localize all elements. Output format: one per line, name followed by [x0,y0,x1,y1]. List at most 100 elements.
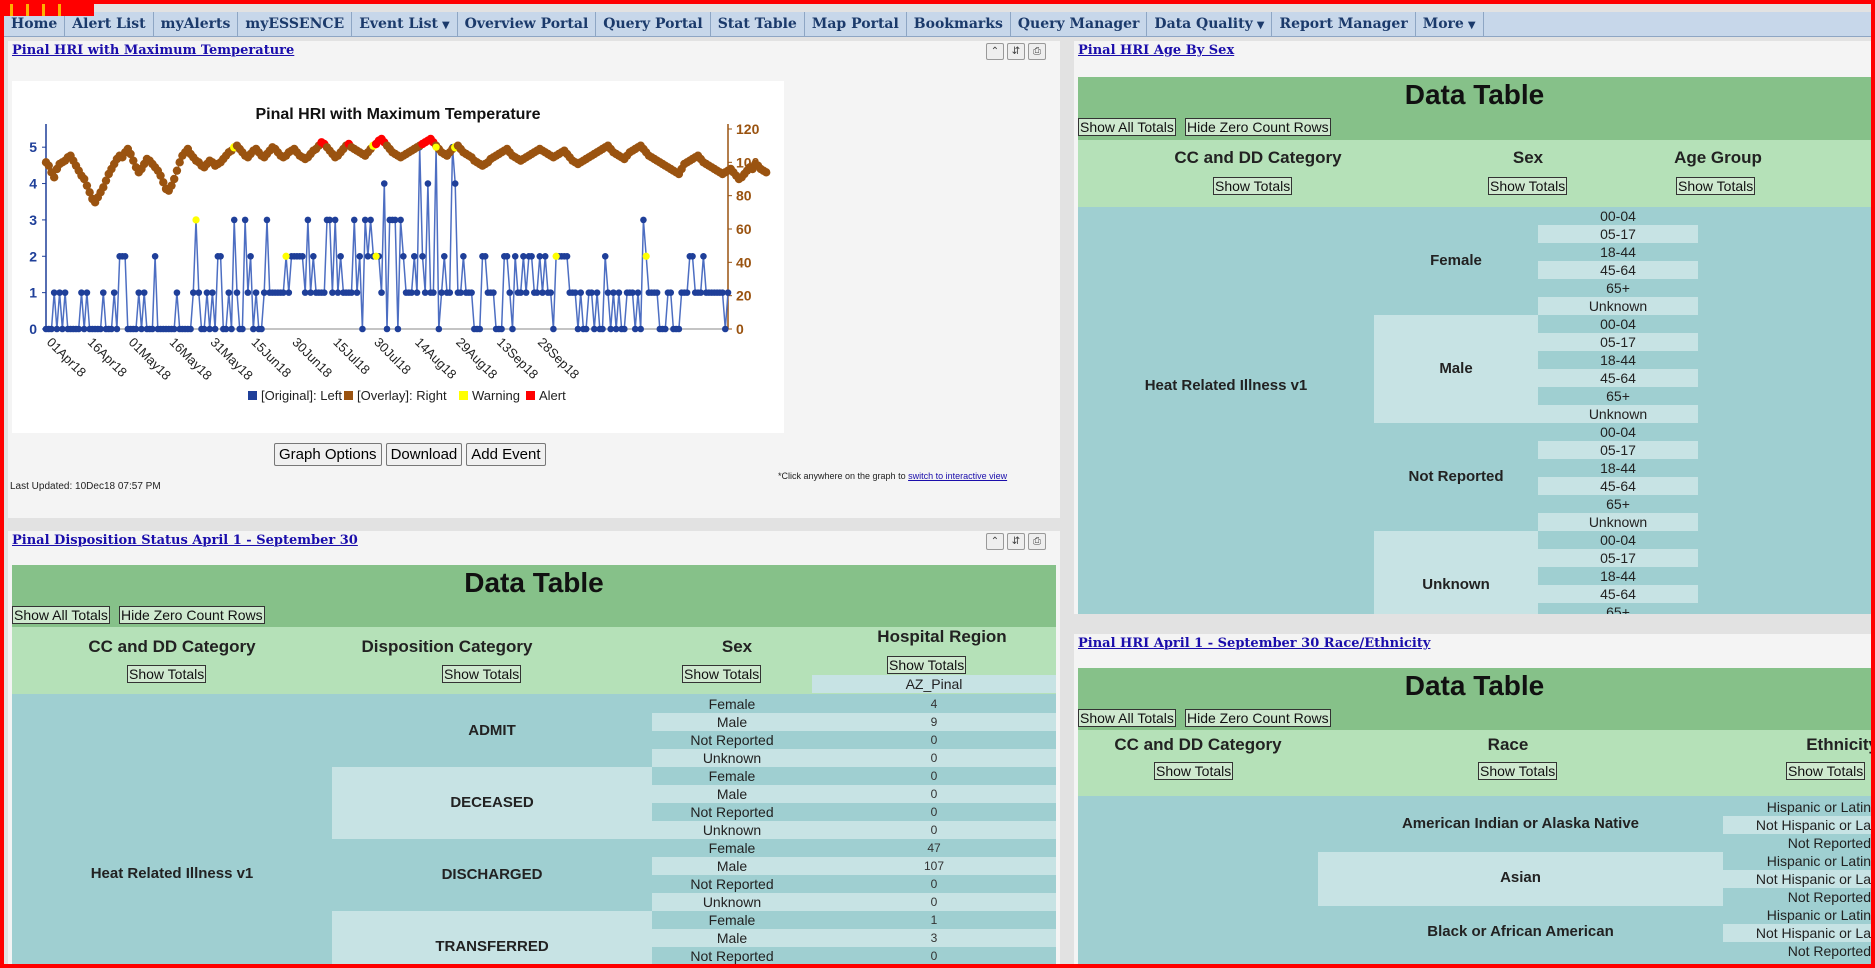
screenshot-frame: Home Alert List myAlerts myESSENCE Event Lis… [0,0,1875,968]
ethnicity-cell: Hispanic or Latin [1723,852,1871,870]
nav-item-event-list[interactable]: Event List ▼ [352,12,458,36]
refresh-icon[interactable]: ⇵ [1007,43,1025,60]
count-cell: 0 [812,731,1056,749]
ethnicity-cell: Not Reported [1723,888,1871,906]
nav-item-label: Query Manager [1017,16,1140,32]
nav-item-map-portal[interactable]: Map Portal [805,12,907,36]
original-point [187,325,194,333]
disposition-cell: DISCHARGED [441,866,543,883]
legend-swatch [248,391,257,400]
count-cell: 0 [812,893,1056,911]
sex-cell: Male [652,929,812,947]
x-tick-label: 14Aug18 [412,335,459,382]
age-group-cell: 18-44 [1538,351,1698,369]
original-point [511,252,519,260]
panel-title[interactable]: Pinal HRI with Maximum Temperature [12,43,294,58]
original-point [225,289,233,296]
nav-item-bookmarks[interactable]: Bookmarks [907,12,1011,36]
hide-zero-rows-button[interactable]: Hide Zero Count Rows [1185,118,1331,136]
show-totals-race[interactable]: Show Totals [1478,762,1558,780]
original-point [615,289,623,296]
category-cell: Heat Related Illness v1 [1144,377,1308,394]
original-point [430,289,437,296]
panel-title[interactable]: Pinal HRI April 1 - September 30 Race/Et… [1078,636,1430,651]
col-ethnicity: Ethnicity [1806,735,1871,754]
collapse-icon[interactable]: ⌃ [986,43,1004,60]
count-cell: 4 [812,695,1056,713]
nav-item-label: Query Portal [603,16,703,32]
show-all-totals-button[interactable]: Show All Totals [1078,709,1176,727]
print-icon[interactable]: ⎙ [1028,533,1046,550]
nav-item-myalerts[interactable]: myAlerts [154,12,239,36]
original-point [460,252,467,260]
panel-hri-max-temp: Pinal HRI with Maximum Temperature ⌃ ⇵ ⎙… [8,41,1060,518]
show-all-totals-button[interactable]: Show All Totals [12,606,110,624]
nav-item-data-quality[interactable]: Data Quality ▼ [1147,12,1273,36]
show-totals-category[interactable]: Show Totals [1213,177,1293,195]
original-point [230,216,238,224]
print-icon[interactable]: ⎙ [1028,43,1046,60]
warning-point [372,252,380,260]
collapse-icon[interactable]: ⌃ [986,533,1004,550]
x-tick-label: 31May18 [208,335,256,383]
nav-item-query-manager[interactable]: Query Manager [1011,12,1148,36]
hide-zero-rows-button[interactable]: Hide Zero Count Rows [119,606,265,624]
show-totals-category[interactable]: Show Totals [1154,762,1234,780]
download-button[interactable]: Download [385,443,463,466]
original-point [661,325,669,333]
y-left-tick-label: 3 [29,212,37,228]
show-totals-category[interactable]: Show Totals [127,665,207,683]
legend-swatch [344,391,353,400]
y-left-tick-label: 4 [29,176,37,192]
panel-title[interactable]: Pinal HRI Age By Sex [1078,43,1234,58]
graph-options-button[interactable]: Graph Options [274,443,382,466]
nav-item-report-manager[interactable]: Report Manager [1272,12,1416,36]
count-cell: 0 [812,875,1056,893]
hri-chart[interactable]: Pinal HRI with Maximum Temperature 0 1 2 3 4 5… [12,81,784,433]
panel-hri-age-by-sex: Pinal HRI Age By Sex Data Table Show All… [1074,41,1871,614]
show-totals-age[interactable]: Show Totals [1676,177,1756,195]
show-totals-disposition[interactable]: Show Totals [442,665,522,683]
show-totals-sex[interactable]: Show Totals [682,665,762,683]
panel-title[interactable]: Pinal Disposition Status April 1 - Septe… [12,533,358,548]
original-point [211,325,219,333]
interactive-view-link[interactable]: switch to interactive view [908,471,1007,481]
original-point [601,252,609,260]
sex-cell: Female [652,695,812,713]
nav-item-more[interactable]: More ▼ [1416,12,1484,36]
sex-cell: Not Reported [652,875,812,893]
original-point [121,252,129,260]
ethnicity-cell: Not Reported [1723,942,1871,960]
col-cc-dd: CC and DD Category [1174,148,1342,167]
age-group-cell: 05-17 [1538,441,1698,459]
refresh-icon[interactable]: ⇵ [1007,533,1025,550]
overlay-point [761,168,771,177]
original-point [140,289,148,296]
data-table-race-ethnicity: Data Table Show All Totals Hide Zero Cou… [1078,668,1871,964]
nav-item-stat-table[interactable]: Stat Table [711,12,805,36]
age-group-cell: 45-64 [1538,585,1698,603]
show-totals-sex[interactable]: Show Totals [1488,177,1568,195]
add-event-button[interactable]: Add Event [466,443,546,466]
nav-item-overview-portal[interactable]: Overview Portal [458,12,597,36]
original-point [83,289,91,296]
original-point [653,289,661,296]
nav-item-query-portal[interactable]: Query Portal [596,12,711,36]
original-point [419,252,426,260]
ethnicity-cell: Not Hispanic or La [1723,816,1871,834]
count-cell: 3 [812,929,1056,947]
legend-label: [Original]: Left [261,388,342,403]
original-point [247,252,254,260]
nav-item-label: Alert List [72,16,146,32]
x-tick-label: 30Jun18 [289,335,335,381]
age-group-cell: 45-64 [1538,369,1698,387]
sex-group-bg [1374,531,1538,614]
chart-container[interactable]: Pinal HRI with Maximum Temperature 0 1 2 3 4 5… [12,81,784,433]
age-group-cell: 05-17 [1538,549,1698,567]
hide-zero-rows-button[interactable]: Hide Zero Count Rows [1185,709,1331,727]
nav-item-label: Data Quality [1154,16,1253,32]
show-totals-region[interactable]: Show Totals [887,656,967,674]
show-all-totals-button[interactable]: Show All Totals [1078,118,1176,136]
nav-item-myessence[interactable]: myESSENCE [238,12,353,36]
show-totals-ethnicity[interactable]: Show Totals [1786,762,1866,780]
